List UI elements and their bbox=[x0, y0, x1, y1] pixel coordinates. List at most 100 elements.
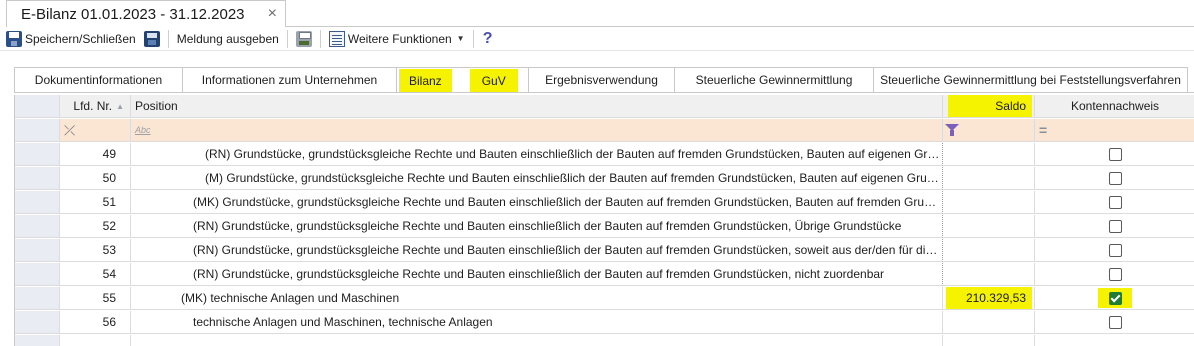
filter-position[interactable]: Abc bbox=[131, 119, 943, 142]
kontennachweis-checkbox[interactable] bbox=[1108, 243, 1122, 257]
toolbar: Speichern/Schließen Meldung ausgeben Wei… bbox=[0, 27, 1194, 51]
more-functions-button[interactable]: Weitere Funktionen ▼ bbox=[327, 28, 467, 50]
kontennachweis-checkbox[interactable] bbox=[1108, 267, 1122, 281]
cell-position: (RN) Grundstücke, grundstücksgleiche Rec… bbox=[131, 143, 943, 166]
table-row[interactable]: 51 (MK) Grundstücke, grundstücksgleiche … bbox=[15, 191, 1194, 214]
cell-position-empty bbox=[131, 335, 943, 346]
row-indicator-header bbox=[15, 95, 60, 118]
cell-position: (RN) Grundstücke, grundstücksgleiche Rec… bbox=[131, 263, 943, 286]
kontennachweis-checkbox-checked[interactable] bbox=[1108, 291, 1122, 305]
column-header-kontennachweis[interactable]: Kontennachweis bbox=[1035, 95, 1194, 118]
cell-kontennachweis bbox=[1035, 287, 1194, 310]
tab-bilanz-guv-group: Bilanz GuV bbox=[396, 67, 528, 93]
cell-kontennachweis bbox=[1035, 311, 1194, 334]
column-header-position[interactable]: Position bbox=[131, 95, 943, 118]
help-button[interactable]: ? bbox=[480, 28, 496, 50]
filter-kontennachweis[interactable]: = bbox=[1035, 119, 1194, 142]
filter-clear-icon[interactable]: ⤫ bbox=[60, 122, 75, 139]
row-indicator bbox=[15, 239, 60, 262]
column-header-nr[interactable]: Lfd. Nr. ▲ bbox=[60, 95, 131, 118]
cell-saldo[interactable] bbox=[943, 167, 1035, 190]
cell-nr-empty bbox=[60, 335, 131, 346]
cell-saldo[interactable] bbox=[943, 263, 1035, 286]
cell-position: (MK) technische Anlagen und Maschinen bbox=[131, 287, 943, 310]
help-icon: ? bbox=[482, 29, 493, 47]
cell-kontennachweis bbox=[1035, 215, 1194, 238]
toolbar-separator bbox=[167, 29, 169, 48]
cell-position-text: (RN) Grundstücke, grundstücksgleiche Rec… bbox=[193, 219, 902, 233]
kontennachweis-checkbox[interactable] bbox=[1108, 195, 1122, 209]
cell-position: (M) Grundstücke, grundstücksgleiche Rech… bbox=[131, 167, 943, 190]
cell-position-text: (MK) technische Anlagen und Maschinen bbox=[181, 291, 400, 305]
tab-informationen-unternehmen[interactable]: Informationen zum Unternehmen bbox=[182, 67, 396, 93]
cell-position: (MK) Grundstücke, grundstücksgleiche Rec… bbox=[131, 191, 943, 214]
cell-nr: 51 bbox=[60, 191, 131, 214]
row-indicator bbox=[15, 215, 60, 238]
section-tabs: Dokumentinformationen Informationen zum … bbox=[0, 51, 1194, 95]
cell-saldo[interactable] bbox=[943, 311, 1035, 334]
row-indicator bbox=[15, 335, 60, 346]
filter-row-indicator bbox=[15, 119, 60, 142]
cell-nr: 50 bbox=[60, 167, 131, 190]
table-row[interactable]: 50 (M) Grundstücke, grundstücksgleiche R… bbox=[15, 167, 1194, 190]
tab-steuerliche-gewinnermittlung[interactable]: Steuerliche Gewinnermittlung bbox=[674, 67, 873, 93]
toolbar-separator bbox=[472, 29, 474, 48]
cell-kontennachweis bbox=[1035, 143, 1194, 166]
toolbar-separator bbox=[286, 29, 288, 48]
column-header-nr-label: Lfd. Nr. bbox=[73, 99, 113, 113]
cell-position: technische Anlagen und Maschinen, techni… bbox=[131, 311, 943, 334]
save-close-button[interactable]: Speichern/Schließen bbox=[4, 28, 138, 50]
table-row[interactable]: 53 (RN) Grundstücke, grundstücksgleiche … bbox=[15, 239, 1194, 262]
toolbar-separator bbox=[319, 29, 321, 48]
cell-position-text: (RN) Grundstücke, grundstücksgleiche Rec… bbox=[205, 147, 942, 161]
table-row[interactable]: 49 (RN) Grundstücke, grundstücksgleiche … bbox=[15, 143, 1194, 166]
filter-row: ⤫ Abc = bbox=[15, 119, 1194, 142]
column-header-saldo[interactable]: Saldo bbox=[943, 95, 1035, 118]
close-icon[interactable]: × bbox=[268, 5, 277, 23]
kontennachweis-checkbox[interactable] bbox=[1108, 219, 1122, 233]
report-button[interactable]: Meldung ausgeben bbox=[175, 28, 281, 50]
print-button[interactable] bbox=[294, 28, 314, 50]
table-row-partial bbox=[15, 335, 1194, 346]
tab-guv[interactable]: GuV bbox=[469, 68, 518, 93]
cell-saldo-empty bbox=[943, 335, 1035, 346]
tab-dokumentinformationen[interactable]: Dokumentinformationen bbox=[14, 67, 182, 93]
kontennachweis-checkbox[interactable] bbox=[1108, 171, 1122, 185]
equals-icon[interactable]: = bbox=[1035, 122, 1047, 138]
table-row[interactable]: 56 technische Anlagen und Maschinen, tec… bbox=[15, 311, 1194, 334]
sort-asc-icon: ▲ bbox=[116, 101, 124, 111]
filter-saldo[interactable] bbox=[943, 119, 1035, 142]
tab-ergebnisverwendung[interactable]: Ergebnisverwendung bbox=[528, 67, 674, 93]
filter-nr[interactable]: ⤫ bbox=[60, 119, 131, 142]
printer-icon bbox=[295, 30, 312, 47]
cell-kontennachweis-empty bbox=[1035, 335, 1194, 346]
funnel-icon[interactable] bbox=[945, 123, 959, 137]
kontennachweis-checkbox[interactable] bbox=[1108, 315, 1122, 329]
cell-position-text: (M) Grundstücke, grundstücksgleiche Rech… bbox=[205, 171, 942, 185]
tab-steuerliche-gewinnermittlung-feststellung[interactable]: Steuerliche Gewinnermittlung bei Festste… bbox=[873, 67, 1188, 93]
tab-bilanz[interactable]: Bilanz bbox=[399, 68, 452, 93]
grid-header: Lfd. Nr. ▲ Position Saldo Kontennachweis bbox=[15, 95, 1194, 118]
table-row[interactable]: 55 (MK) technische Anlagen und Maschinen… bbox=[15, 287, 1194, 310]
cell-saldo[interactable]: 210.329,53 bbox=[943, 287, 1035, 310]
cell-saldo[interactable] bbox=[943, 143, 1035, 166]
table-row[interactable]: 54 (RN) Grundstücke, grundstücksgleiche … bbox=[15, 263, 1194, 286]
cell-position-text: (RN) Grundstücke, grundstücksgleiche Rec… bbox=[193, 267, 885, 281]
cell-kontennachweis bbox=[1035, 191, 1194, 214]
functions-list-icon bbox=[328, 30, 345, 47]
cell-saldo[interactable] bbox=[943, 215, 1035, 238]
row-indicator bbox=[15, 167, 60, 190]
cell-nr: 52 bbox=[60, 215, 131, 238]
save-close-icon bbox=[6, 30, 22, 47]
cell-saldo[interactable] bbox=[943, 191, 1035, 214]
cell-nr: 53 bbox=[60, 239, 131, 262]
cell-nr: 49 bbox=[60, 143, 131, 166]
kontennachweis-checkbox[interactable] bbox=[1108, 147, 1122, 161]
cell-kontennachweis bbox=[1035, 239, 1194, 262]
document-tab[interactable]: E-Bilanz 01.01.2023 - 31.12.2023 × bbox=[6, 0, 286, 27]
table-row[interactable]: 52 (RN) Grundstücke, grundstücksgleiche … bbox=[15, 215, 1194, 238]
cell-saldo[interactable] bbox=[943, 239, 1035, 262]
save-button[interactable] bbox=[142, 28, 162, 50]
column-header-saldo-label: Saldo bbox=[948, 95, 1032, 117]
document-tab-strip: E-Bilanz 01.01.2023 - 31.12.2023 × bbox=[0, 0, 1194, 27]
